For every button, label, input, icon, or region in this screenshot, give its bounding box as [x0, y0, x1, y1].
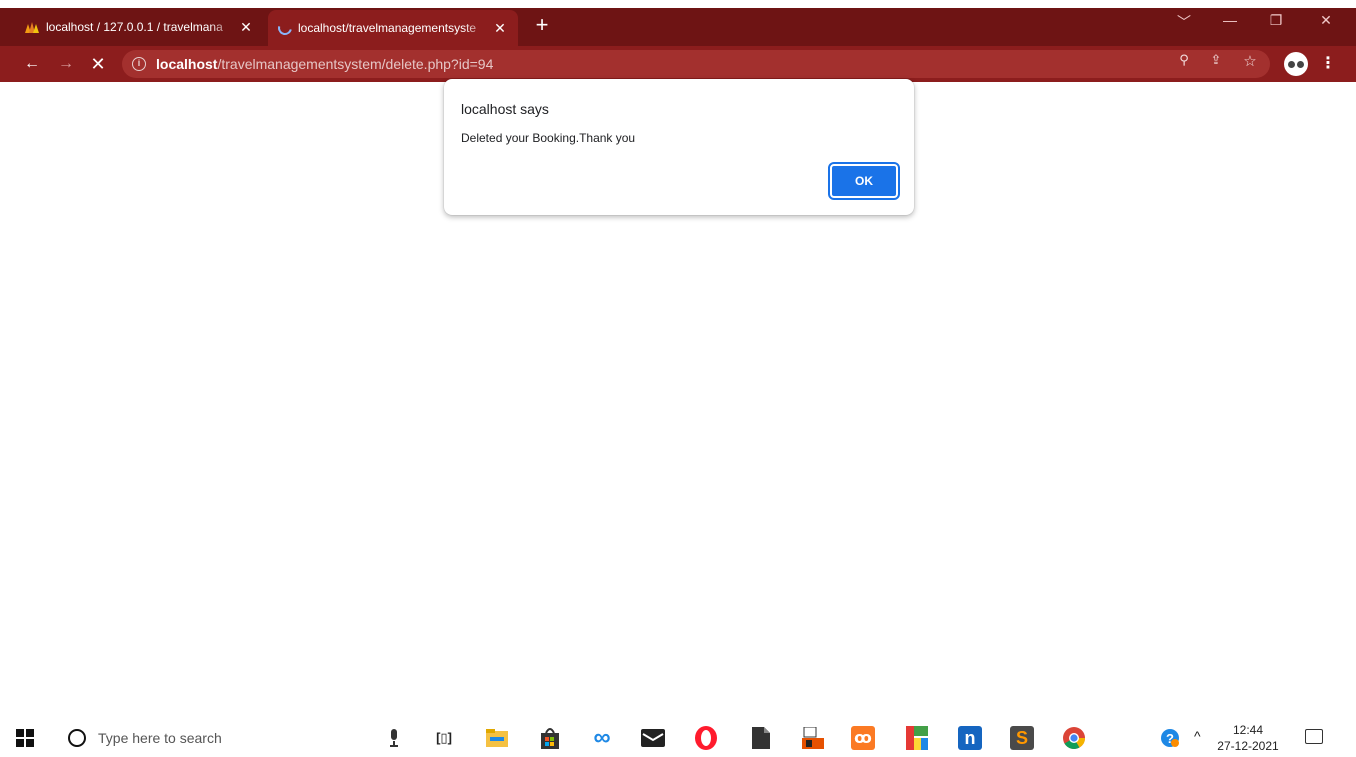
- minimize-icon[interactable]: —: [1210, 12, 1250, 28]
- address-bar[interactable]: i localhost/travelmanagementsystem/delet…: [122, 50, 1270, 78]
- bookmark-star-icon[interactable]: ☆: [1240, 52, 1260, 70]
- site-info-icon[interactable]: i: [132, 57, 146, 71]
- url-host: localhost: [156, 56, 218, 72]
- help-question-icon[interactable]: ?: [1160, 728, 1180, 751]
- tray-chevron-up-icon[interactable]: ^: [1194, 728, 1201, 744]
- chrome-icon[interactable]: [1062, 726, 1086, 750]
- action-center-icon[interactable]: [1305, 729, 1323, 744]
- taskbar-search-box[interactable]: Type here to search: [56, 722, 428, 754]
- taskbar-clock[interactable]: 12:44 27-12-2021: [1216, 722, 1280, 754]
- back-arrow-icon[interactable]: ←: [20, 52, 44, 76]
- stop-loading-icon[interactable]: ✕: [86, 52, 110, 76]
- xampp-icon[interactable]: ꝏ: [851, 726, 875, 750]
- opera-browser-icon[interactable]: [694, 726, 718, 750]
- cortana-icon: [68, 729, 86, 747]
- tab-close-icon[interactable]: ✕: [238, 19, 254, 36]
- forward-arrow-icon[interactable]: →: [54, 52, 78, 76]
- share-icon[interactable]: ⇪: [1206, 52, 1226, 68]
- new-tab-button[interactable]: +: [530, 14, 554, 38]
- clock-time: 12:44: [1232, 723, 1264, 737]
- browser-tabstrip: localhost / 127.0.0.1 / travelmana ✕ loc…: [0, 0, 1356, 46]
- tab-title: localhost/travelmanagementsyste: [298, 21, 477, 35]
- mail-icon[interactable]: [641, 726, 665, 750]
- file-explorer-icon[interactable]: [485, 726, 509, 750]
- tab-title: localhost / 127.0.0.1 / travelmana: [46, 20, 223, 34]
- tab-close-icon[interactable]: ✕: [492, 20, 508, 37]
- microphone-icon[interactable]: [389, 729, 399, 747]
- zoom-icon[interactable]: ⚲: [1174, 52, 1194, 68]
- window-top-edge: [0, 0, 1356, 8]
- tab-delete-page[interactable]: localhost/travelmanagementsyste ✕: [268, 10, 518, 46]
- windows-start-icon[interactable]: [16, 729, 34, 747]
- arduino-infinity-icon[interactable]: ∞: [590, 724, 614, 751]
- colorful-app-icon[interactable]: [905, 726, 929, 750]
- dialog-message: Deleted your Booking.Thank you: [461, 131, 636, 145]
- menu-kebab-icon[interactable]: ⋮: [1316, 52, 1340, 76]
- url-text[interactable]: localhost/travelmanagementsystem/delete.…: [156, 56, 493, 72]
- loading-spinner-icon: [275, 18, 295, 38]
- tab-phpmyadmin[interactable]: localhost / 127.0.0.1 / travelmana ✕: [14, 12, 264, 42]
- profile-avatar[interactable]: [1284, 52, 1308, 76]
- microsoft-store-icon[interactable]: [538, 726, 562, 750]
- netbeans-n-icon[interactable]: n: [958, 726, 982, 750]
- url-path: /travelmanagementsystem/delete.php?id=94: [217, 56, 494, 72]
- dialog-title: localhost says: [461, 101, 549, 117]
- clock-date: 27-12-2021: [1217, 739, 1279, 753]
- sublime-text-icon[interactable]: S: [1010, 726, 1034, 750]
- close-window-icon[interactable]: ✕: [1306, 12, 1346, 29]
- notepad-file-icon[interactable]: [749, 726, 773, 750]
- search-placeholder: Type here to search: [98, 730, 222, 746]
- task-view-icon[interactable]: [▯]: [432, 726, 456, 750]
- browser-toolbar: ← → ✕ i localhost/travelmanagementsystem…: [0, 46, 1356, 82]
- ok-button[interactable]: OK: [828, 162, 900, 200]
- alert-dialog: localhost says Deleted your Booking.Than…: [444, 79, 914, 215]
- tab-search-chevron-icon[interactable]: ﹀: [1164, 12, 1204, 32]
- phpmyadmin-icon: [25, 22, 39, 33]
- restore-icon[interactable]: ❐: [1256, 12, 1296, 29]
- xd-app-icon[interactable]: [801, 726, 825, 750]
- windows-taskbar: Type here to search [▯] ∞ ꝏ n S ? ^ 12:4…: [0, 718, 1356, 757]
